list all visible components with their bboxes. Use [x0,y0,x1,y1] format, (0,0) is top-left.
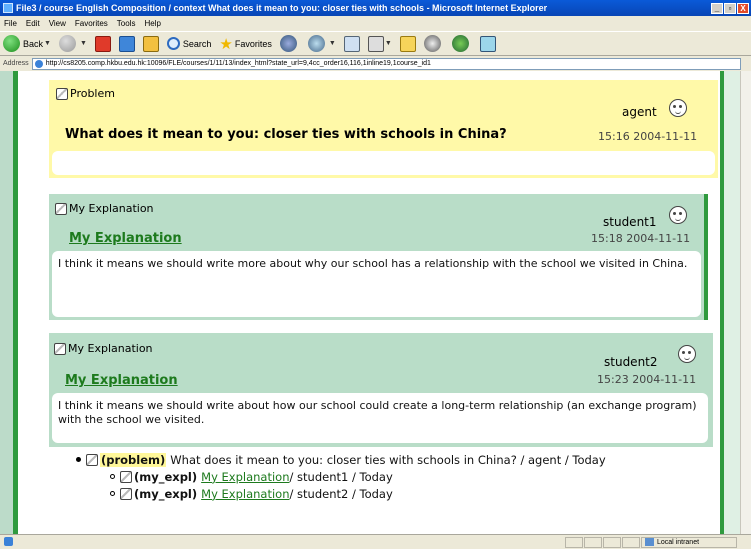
media-button[interactable] [279,35,300,52]
refresh-icon [118,35,135,52]
left-margin-band [0,71,18,534]
note-author[interactable]: student2 [604,355,658,369]
note-type-icon [55,202,67,215]
smiley-face-icon [678,345,696,363]
discuss-button[interactable] [479,35,496,52]
browser-toolbar: Back ▼ ▼ Search ★ Favorites ▼ ▼ [0,31,751,56]
refresh-button[interactable] [118,35,135,52]
print-button[interactable]: ▼ [367,35,392,52]
mail-icon [343,35,360,52]
window-title-bar: File3 / course English Composition / con… [0,0,751,16]
note-timestamp: 15:16 2004-11-11 [598,130,698,143]
note-body [52,151,715,175]
print-icon [367,35,384,52]
back-button[interactable]: Back ▼ [3,35,51,52]
home-icon [142,35,159,52]
research-icon [451,35,469,52]
favorites-button[interactable]: ★ Favorites [219,35,271,53]
note-author[interactable]: student1 [603,215,657,229]
window-title: File3 / course English Composition / con… [16,3,548,13]
media-icon [279,35,297,52]
tree-item-meta: / student1 / Today [289,469,393,484]
address-label: Address [3,60,29,67]
problem-note: Problem agent What does it mean to you: … [49,80,718,178]
star-icon: ★ [219,35,233,53]
note-type-label: My Explanation [54,342,153,355]
restore-button[interactable]: ▫ [724,2,736,14]
ring-bullet-icon [110,474,115,479]
ring-bullet-icon [110,491,115,496]
ie-window-icon [3,3,13,13]
thread-tree: (problem) What does it mean to you: clos… [76,451,606,502]
history-icon [307,35,325,52]
note-timestamp: 15:18 2004-11-11 [591,232,691,245]
tree-item-problem: (problem) What does it mean to you: clos… [76,451,606,468]
menu-help[interactable]: Help [144,19,160,28]
history-button[interactable]: ▼ [307,35,336,52]
search-button[interactable]: Search [166,37,211,50]
messenger-button[interactable] [423,35,444,52]
note-type-icon [86,453,98,466]
menu-edit[interactable]: Edit [26,19,40,28]
note-type-icon [120,470,132,483]
forward-button[interactable]: ▼ [58,35,87,52]
forward-arrow-icon [58,35,76,52]
right-margin-band [720,71,740,534]
security-zone: Local intranet [641,536,737,548]
note-title-link[interactable]: My Explanation [69,231,182,246]
stop-icon [94,35,111,52]
address-url: http://cs8205.comp.hkbu.edu.hk:10096/FLE… [45,60,431,67]
back-arrow-icon [3,35,20,52]
note-title-link[interactable]: My Explanation [65,373,178,388]
stop-button[interactable] [94,35,111,52]
tree-item-text[interactable]: What does it mean to you: closer ties wi… [170,453,605,467]
expl-tag: (my_expl) [134,486,198,501]
note-title: What does it mean to you: closer ties wi… [65,127,507,142]
search-icon [166,37,180,50]
minimize-button[interactable]: _ [711,2,723,14]
note-type-icon [54,342,66,355]
page-icon [34,59,43,68]
note-timestamp: 15:23 2004-11-11 [597,373,697,386]
menu-file[interactable]: File [4,19,17,28]
note-type-icon [56,87,68,100]
messenger-icon [423,35,441,52]
tree-item-student1: (my_expl) My Explanation / student1 / To… [76,468,606,485]
expl-tag: (my_expl) [134,469,198,484]
discuss-icon [479,35,496,52]
page-viewport: Problem agent What does it mean to you: … [0,71,740,534]
problem-tag: (problem) [100,452,167,467]
note-type-label: My Explanation [55,202,154,215]
vertical-scrollbar[interactable] [740,71,751,534]
address-input[interactable]: http://cs8205.comp.hkbu.edu.hk:10096/FLE… [31,57,741,70]
home-button[interactable] [142,35,159,52]
close-button[interactable]: X [737,2,749,14]
menu-view[interactable]: View [49,19,66,28]
tree-item-student2: (my_expl) My Explanation / student2 / To… [76,485,606,502]
folder-icon [399,35,416,52]
tree-item-link[interactable]: My Explanation [201,487,289,501]
folder-button[interactable] [399,35,416,52]
mail-button[interactable] [343,35,360,52]
tree-item-meta: / student2 / Today [289,486,393,501]
explanation-note-student2: My Explanation student2 My Explanation 1… [49,333,713,447]
status-bar: Local intranet [0,534,751,549]
note-body: I think it means we should write more ab… [52,251,701,317]
status-page-icon [0,536,564,548]
menu-favorites[interactable]: Favorites [75,19,108,28]
note-type-label: Problem [56,87,115,100]
intranet-icon [645,538,654,546]
bullet-icon [76,457,81,462]
menu-bar: File Edit View Favorites Tools Help [0,16,751,31]
address-bar: Address http://cs8205.comp.hkbu.edu.hk:1… [0,56,751,71]
explanation-note-student1: My Explanation student1 My Explanation 1… [49,194,708,320]
menu-tools[interactable]: Tools [117,19,136,28]
smiley-face-icon [669,99,687,117]
tree-item-link[interactable]: My Explanation [201,470,289,484]
note-body: I think it means we should write about h… [52,393,708,443]
smiley-face-icon [669,206,687,224]
note-author[interactable]: agent [622,105,657,119]
note-type-icon [120,487,132,500]
research-button[interactable] [451,35,472,52]
